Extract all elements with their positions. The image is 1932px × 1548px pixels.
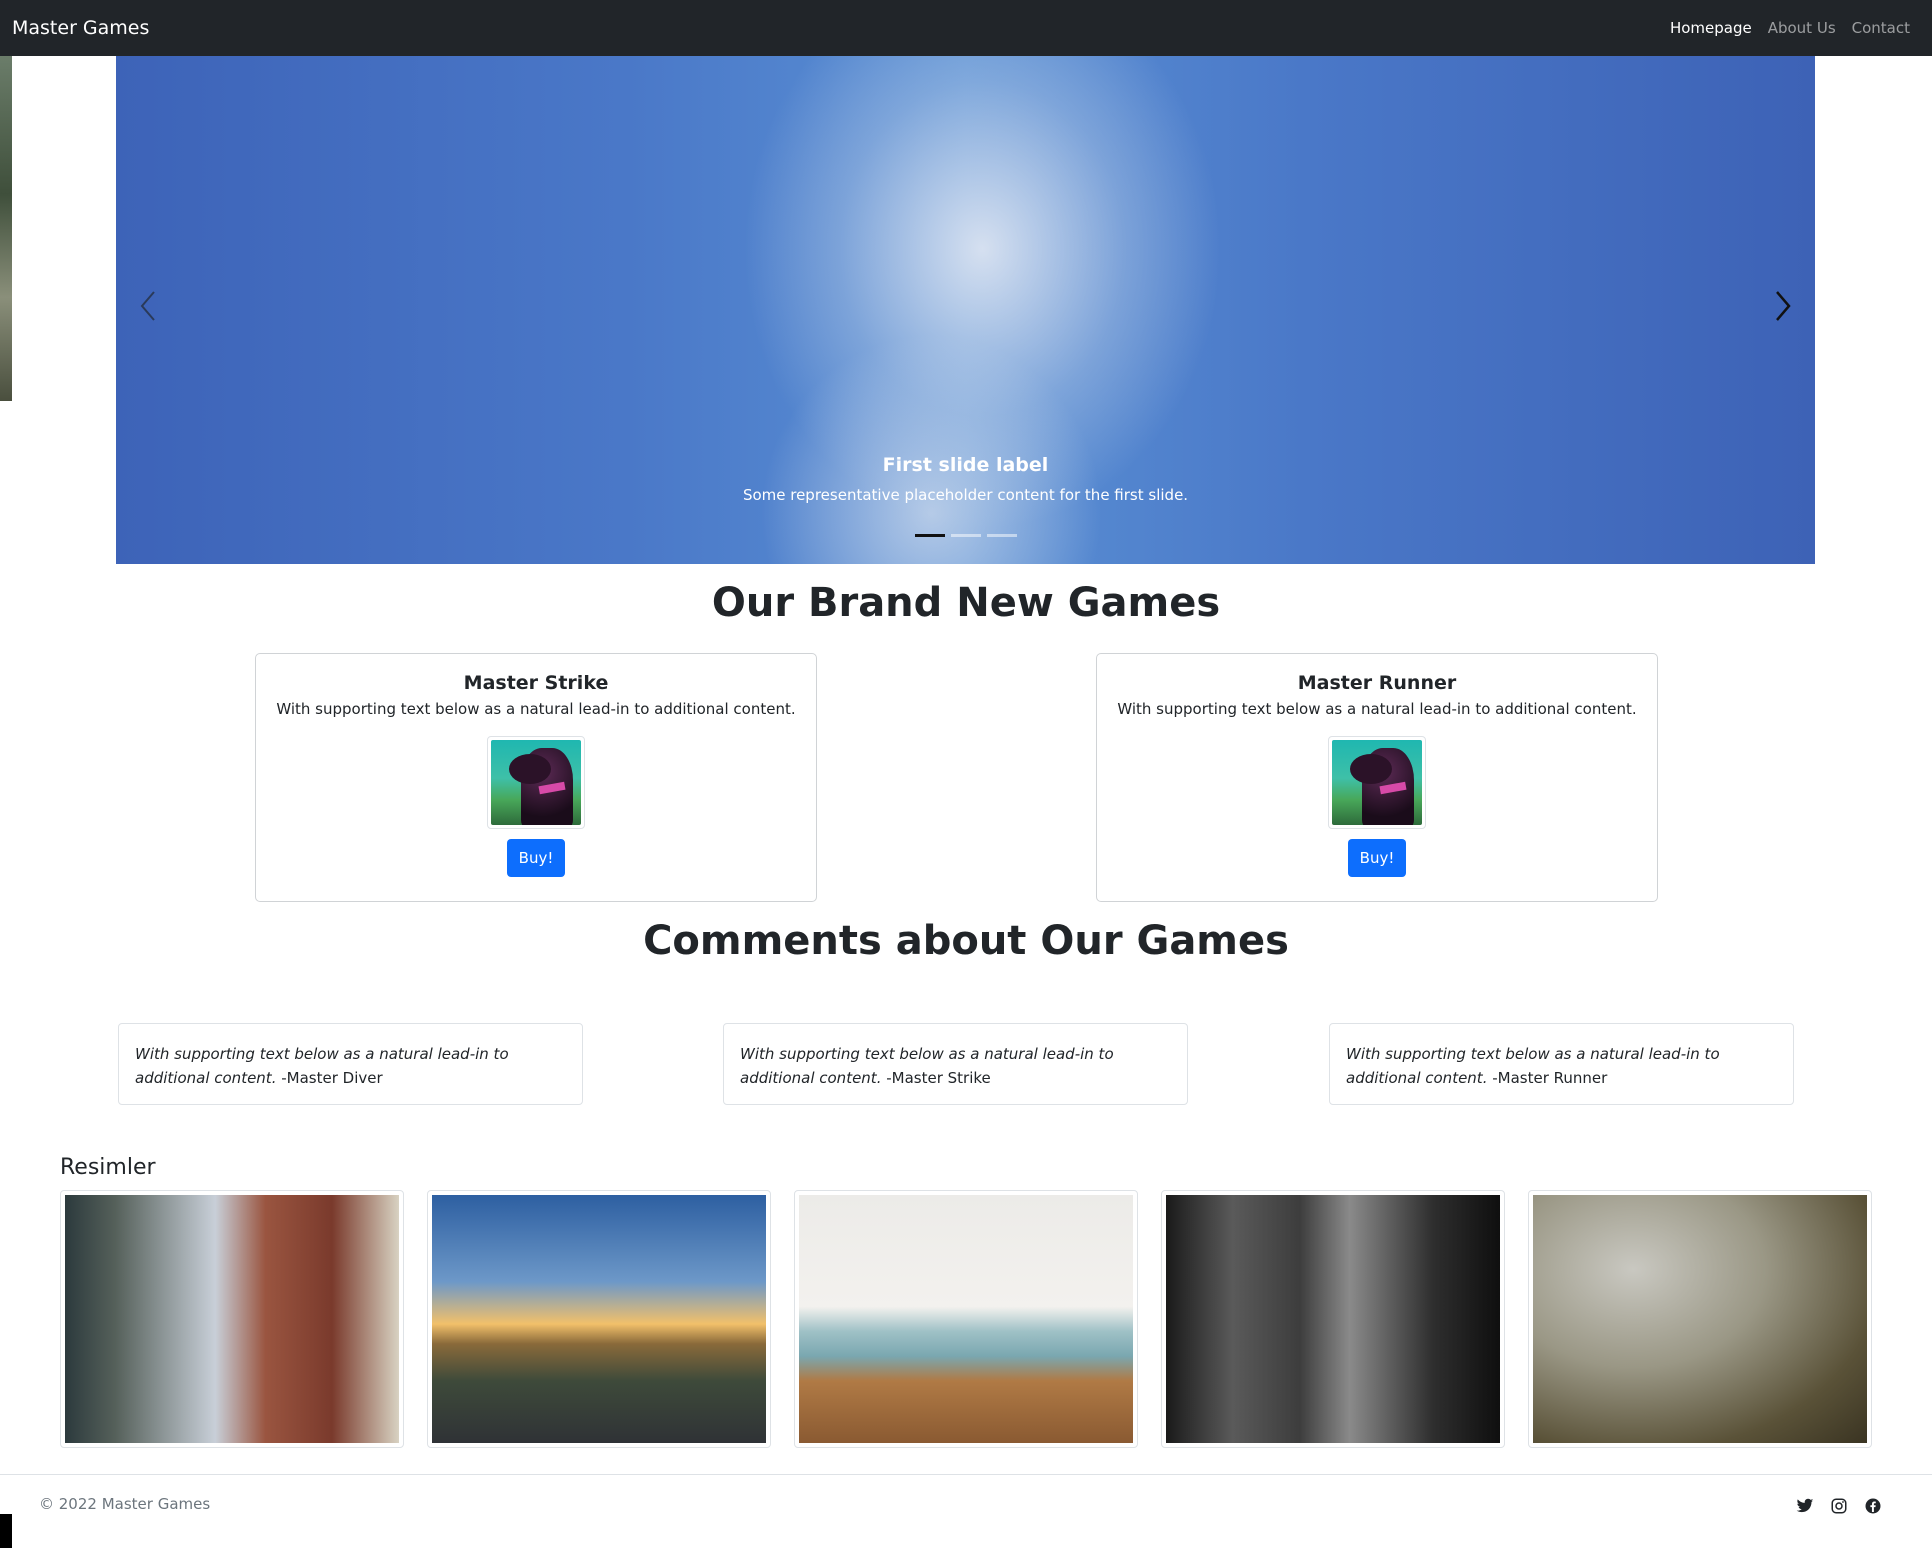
buy-button[interactable]: Buy! (1348, 839, 1406, 877)
game-card: Master Runner With supporting text below… (1096, 653, 1658, 902)
carousel-indicators (914, 534, 1017, 537)
comment-author: -Master Diver (281, 1069, 383, 1087)
game-image (1332, 740, 1422, 825)
corner-artifact (0, 1514, 12, 1548)
carousel-indicator-2[interactable] (950, 534, 981, 537)
game-thumbnail (1328, 736, 1426, 829)
comments-heading: Comments about Our Games (643, 918, 1289, 964)
gallery-photo[interactable] (60, 1190, 404, 1448)
nav-link-contact[interactable]: Contact (1852, 19, 1910, 37)
game-card-text: With supporting text below as a natural … (276, 700, 796, 718)
navbar: Master Games Homepage About Us Contact (0, 0, 1932, 56)
facebook-icon[interactable] (1864, 1497, 1882, 1515)
nav-link-homepage[interactable]: Homepage (1670, 19, 1752, 37)
carousel-prev-button[interactable] (128, 286, 168, 326)
carousel-indicator-3[interactable] (986, 534, 1017, 537)
game-image (491, 740, 581, 825)
comment-card: With supporting text below as a natural … (723, 1023, 1188, 1105)
carousel-caption-title: First slide label (882, 454, 1049, 476)
carousel-next-button[interactable] (1763, 286, 1803, 326)
buy-button[interactable]: Buy! (507, 839, 565, 877)
chevron-right-icon (1776, 291, 1791, 321)
comment-author: -Master Strike (886, 1069, 991, 1087)
pier-image (799, 1195, 1133, 1443)
social-links (1796, 1497, 1882, 1515)
gallery-photo[interactable] (427, 1190, 771, 1448)
gallery-photo[interactable] (1161, 1190, 1505, 1448)
carousel-indicator-1[interactable] (914, 534, 945, 537)
comment-author: -Master Runner (1492, 1069, 1608, 1087)
footer-copyright: © 2022 Master Games (39, 1495, 211, 1513)
instagram-icon[interactable] (1830, 1497, 1848, 1515)
gallery-photo[interactable] (794, 1190, 1138, 1448)
traffic-image (1166, 1195, 1500, 1443)
gallery-photo[interactable] (1528, 1190, 1872, 1448)
games-heading: Our Brand New Games (711, 580, 1221, 626)
carousel-caption-text: Some representative placeholder content … (742, 486, 1189, 504)
comment-card: With supporting text below as a natural … (118, 1023, 583, 1105)
wheat-image (1533, 1195, 1867, 1443)
game-card: Master Strike With supporting text below… (255, 653, 817, 902)
sunset-road-image (432, 1195, 766, 1443)
city-street-image (65, 1195, 399, 1443)
footer: © 2022 Master Games (0, 1474, 1932, 1548)
twitter-icon[interactable] (1796, 1497, 1814, 1515)
comment-card: With supporting text below as a natural … (1329, 1023, 1794, 1105)
game-card-text: With supporting text below as a natural … (1117, 700, 1637, 718)
game-thumbnail (487, 736, 585, 829)
chevron-left-icon (140, 291, 155, 321)
nav-link-about-us[interactable]: About Us (1768, 19, 1836, 37)
background-image-strip (0, 56, 12, 401)
brand-logo[interactable]: Master Games (12, 17, 149, 39)
gallery-title: Resimler (60, 1155, 156, 1180)
game-card-title: Master Strike (463, 672, 609, 694)
nav-links: Homepage About Us Contact (1670, 19, 1920, 37)
game-card-title: Master Runner (1297, 672, 1457, 694)
hero-carousel: First slide label Some representative pl… (116, 56, 1815, 564)
